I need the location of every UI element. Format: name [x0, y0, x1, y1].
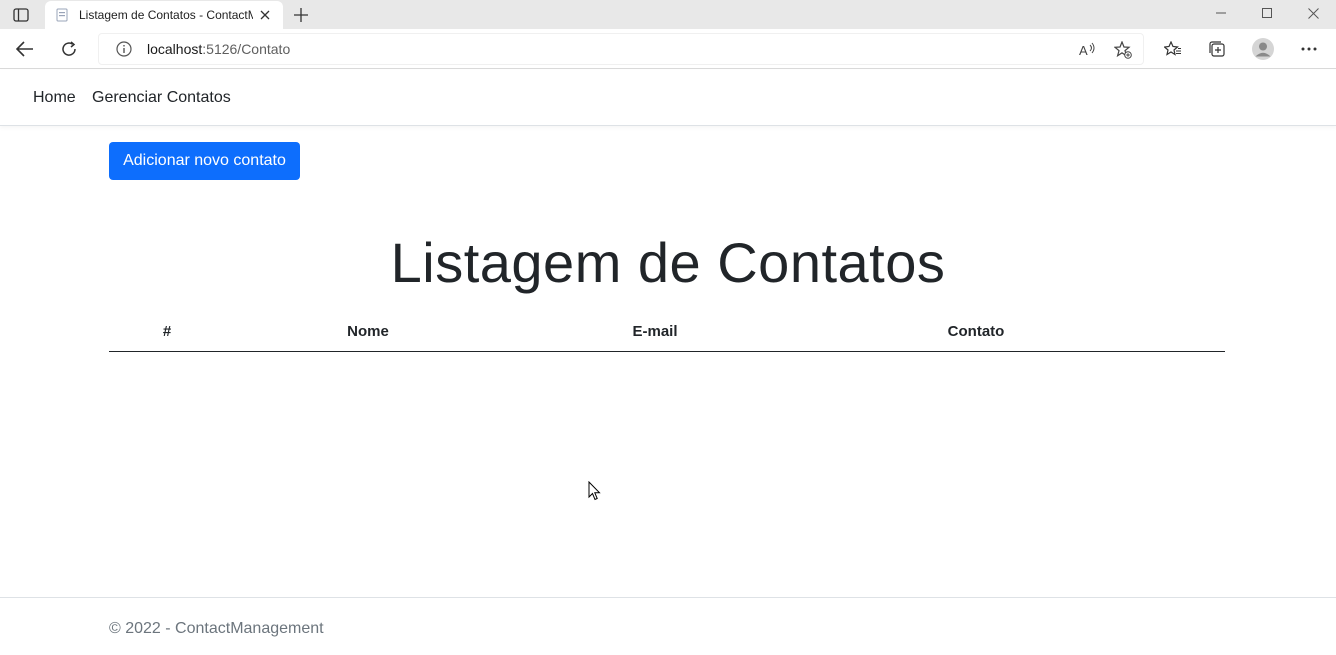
tab-title: Listagem de Contatos - ContactManagement: [79, 8, 253, 22]
maximize-window-icon[interactable]: [1244, 0, 1290, 26]
add-favorite-icon[interactable]: [1109, 36, 1137, 64]
column-header-nome: Nome: [347, 323, 389, 340]
more-options-icon[interactable]: [1294, 35, 1324, 63]
address-bar[interactable]: localhost:5126/Contato A: [98, 33, 1144, 65]
nav-link-gerenciar-contatos[interactable]: Gerenciar Contatos: [92, 89, 231, 107]
mouse-pointer-icon: [588, 480, 602, 501]
profile-avatar-icon[interactable]: [1248, 35, 1278, 63]
site-navbar: Home Gerenciar Contatos: [0, 70, 1336, 126]
close-tab-icon[interactable]: [257, 7, 273, 23]
new-tab-plus-icon[interactable]: [290, 5, 312, 25]
back-arrow-icon[interactable]: [10, 35, 40, 63]
svg-text:A: A: [1079, 43, 1088, 58]
site-info-icon[interactable]: [111, 36, 137, 62]
minimize-window-icon[interactable]: [1198, 0, 1244, 26]
browser-tab-active[interactable]: Listagem de Contatos - ContactManagement: [45, 1, 283, 29]
url-text: localhost:5126/Contato: [147, 41, 291, 57]
add-contact-button[interactable]: Adicionar novo contato: [109, 142, 300, 180]
column-header-id: #: [162, 323, 172, 340]
page-title: Listagem de Contatos: [390, 231, 946, 294]
nav-link-home[interactable]: Home: [33, 89, 76, 107]
page-favicon-icon: [55, 8, 69, 22]
column-header-email: E-mail: [632, 323, 678, 340]
site-footer: © 2022 - ContactManagement: [0, 597, 1336, 655]
refresh-icon[interactable]: [54, 35, 84, 63]
close-window-icon[interactable]: [1290, 0, 1336, 26]
read-aloud-icon[interactable]: A: [1073, 36, 1101, 64]
column-header-contato: Contato: [947, 323, 1005, 340]
contacts-table-header: # Nome E-mail Contato: [109, 320, 1225, 352]
favorites-icon[interactable]: [1158, 35, 1188, 63]
footer-copyright: © 2022 - ContactManagement: [109, 620, 324, 637]
browser-toolbar: localhost:5126/Contato A: [0, 29, 1336, 69]
browser-tab-strip: Listagem de Contatos - ContactManagement: [0, 0, 1336, 29]
collections-icon[interactable]: [1202, 35, 1232, 63]
tab-actions-icon[interactable]: [8, 6, 34, 24]
